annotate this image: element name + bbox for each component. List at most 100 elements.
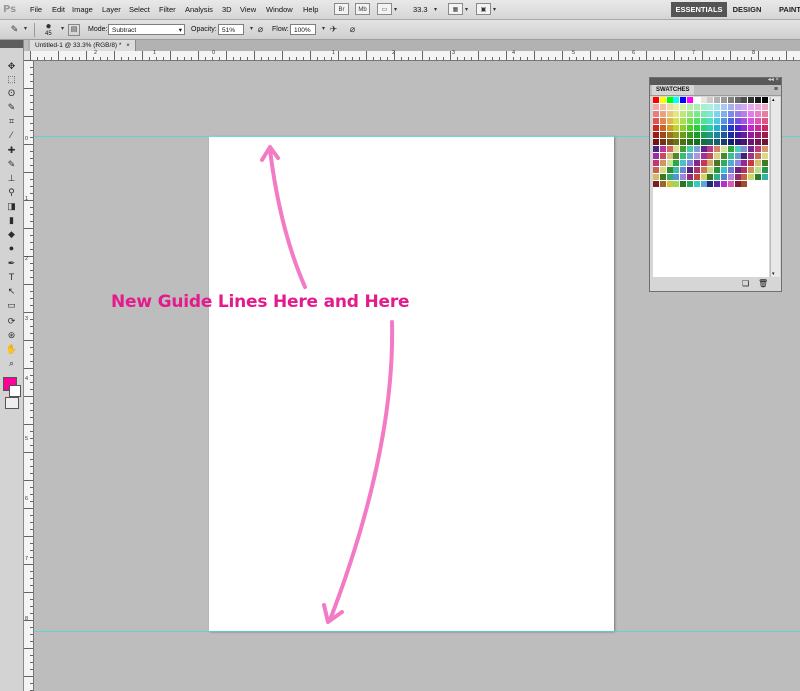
- color-swatch[interactable]: [707, 174, 714, 180]
- color-swatch[interactable]: [700, 132, 707, 138]
- type-icon[interactable]: T: [5, 271, 18, 283]
- color-swatch[interactable]: [693, 97, 700, 103]
- mode-select[interactable]: Subtract ▾: [108, 24, 185, 35]
- color-swatch[interactable]: [700, 160, 707, 166]
- color-swatch[interactable]: [727, 125, 734, 131]
- color-swatch[interactable]: [666, 181, 673, 187]
- color-swatch[interactable]: [693, 139, 700, 145]
- color-swatch[interactable]: [741, 132, 748, 138]
- color-swatch[interactable]: [761, 139, 768, 145]
- menu-help[interactable]: Help: [303, 5, 318, 14]
- color-swatch[interactable]: [721, 125, 727, 131]
- lasso-icon[interactable]: ʘ: [5, 87, 18, 99]
- gradient-icon[interactable]: ▮: [5, 214, 18, 226]
- color-swatch[interactable]: [761, 97, 768, 103]
- color-swatch[interactable]: [687, 104, 693, 110]
- color-swatch[interactable]: [687, 125, 693, 131]
- color-swatch[interactable]: [734, 174, 741, 180]
- color-swatch[interactable]: [721, 111, 727, 117]
- menu-select[interactable]: Select: [129, 5, 150, 14]
- color-swatch[interactable]: [673, 132, 680, 138]
- color-swatch[interactable]: [734, 139, 741, 145]
- color-swatch[interactable]: [700, 167, 707, 173]
- color-swatch[interactable]: [687, 160, 693, 166]
- color-swatch[interactable]: [680, 118, 687, 124]
- color-swatch[interactable]: [687, 111, 693, 117]
- color-swatch[interactable]: [761, 104, 768, 110]
- dodge-icon[interactable]: ●: [5, 242, 18, 254]
- color-swatch[interactable]: [659, 104, 666, 110]
- color-swatch[interactable]: [748, 111, 755, 117]
- color-swatch[interactable]: [748, 118, 755, 124]
- color-swatch[interactable]: [727, 104, 734, 110]
- color-swatch[interactable]: [741, 104, 748, 110]
- color-swatch[interactable]: [707, 97, 714, 103]
- color-swatch[interactable]: [761, 153, 768, 159]
- color-swatch[interactable]: [680, 97, 687, 103]
- arrange-documents-icon[interactable]: ▦: [448, 3, 463, 15]
- color-swatch[interactable]: [755, 132, 761, 138]
- color-swatch[interactable]: [761, 160, 768, 166]
- color-swatch[interactable]: [721, 139, 727, 145]
- opacity-field[interactable]: 51%: [218, 24, 244, 35]
- color-swatch[interactable]: [741, 181, 748, 187]
- brush-icon[interactable]: ✎: [5, 158, 18, 170]
- color-swatch[interactable]: [748, 132, 755, 138]
- scroll-down-icon[interactable]: ▾: [772, 271, 775, 277]
- workspace-painting[interactable]: PAINTI: [773, 2, 800, 17]
- color-swatch[interactable]: [653, 146, 659, 152]
- color-swatch[interactable]: [727, 146, 734, 152]
- color-swatch[interactable]: [761, 125, 768, 131]
- color-swatch[interactable]: [727, 153, 734, 159]
- color-swatch[interactable]: [734, 111, 741, 117]
- color-swatch[interactable]: [673, 97, 680, 103]
- brush-panel-icon[interactable]: ▤: [68, 24, 80, 36]
- color-swatch[interactable]: [700, 111, 707, 117]
- color-swatch[interactable]: [714, 132, 721, 138]
- airbrush-icon[interactable]: ✈: [327, 23, 340, 36]
- color-swatch[interactable]: [721, 181, 727, 187]
- color-swatch[interactable]: [707, 125, 714, 131]
- color-swatch[interactable]: [741, 167, 748, 173]
- 3d-orbit-icon[interactable]: ⊛: [5, 329, 18, 341]
- color-swatch[interactable]: [666, 146, 673, 152]
- color-swatch[interactable]: [741, 111, 748, 117]
- color-swatch[interactable]: [707, 139, 714, 145]
- color-swatch[interactable]: [755, 167, 761, 173]
- color-swatch[interactable]: [659, 153, 666, 159]
- marquee-icon[interactable]: ⬚: [5, 73, 18, 85]
- color-swatch[interactable]: [680, 167, 687, 173]
- color-swatch[interactable]: [693, 132, 700, 138]
- color-swatch[interactable]: [653, 139, 659, 145]
- color-swatch[interactable]: [755, 97, 761, 103]
- color-swatch[interactable]: [680, 153, 687, 159]
- color-swatch[interactable]: [680, 181, 687, 187]
- menu-layer[interactable]: Layer: [102, 5, 121, 14]
- color-swatch[interactable]: [727, 97, 734, 103]
- color-swatch[interactable]: [680, 111, 687, 117]
- color-swatch[interactable]: [748, 139, 755, 145]
- color-swatch[interactable]: [700, 104, 707, 110]
- color-swatch[interactable]: [721, 104, 727, 110]
- color-swatch[interactable]: [741, 97, 748, 103]
- color-swatch[interactable]: [755, 118, 761, 124]
- color-swatch[interactable]: [673, 167, 680, 173]
- color-swatch[interactable]: [734, 125, 741, 131]
- color-swatch[interactable]: [673, 181, 680, 187]
- color-swatch[interactable]: [687, 174, 693, 180]
- view-extras-icon[interactable]: ▭: [377, 3, 392, 15]
- color-swatch[interactable]: [734, 118, 741, 124]
- color-swatch[interactable]: [687, 146, 693, 152]
- color-swatch[interactable]: [687, 181, 693, 187]
- mini-bridge-icon[interactable]: Mb: [355, 3, 370, 15]
- color-swatch[interactable]: [700, 153, 707, 159]
- color-swatch[interactable]: [673, 139, 680, 145]
- color-swatch[interactable]: [693, 167, 700, 173]
- workspace-design[interactable]: DESIGN: [731, 2, 763, 17]
- color-swatch[interactable]: [666, 167, 673, 173]
- color-swatch[interactable]: [673, 111, 680, 117]
- color-swatch[interactable]: [748, 153, 755, 159]
- color-swatch[interactable]: [693, 153, 700, 159]
- color-swatch[interactable]: [748, 97, 755, 103]
- color-swatch[interactable]: [755, 174, 761, 180]
